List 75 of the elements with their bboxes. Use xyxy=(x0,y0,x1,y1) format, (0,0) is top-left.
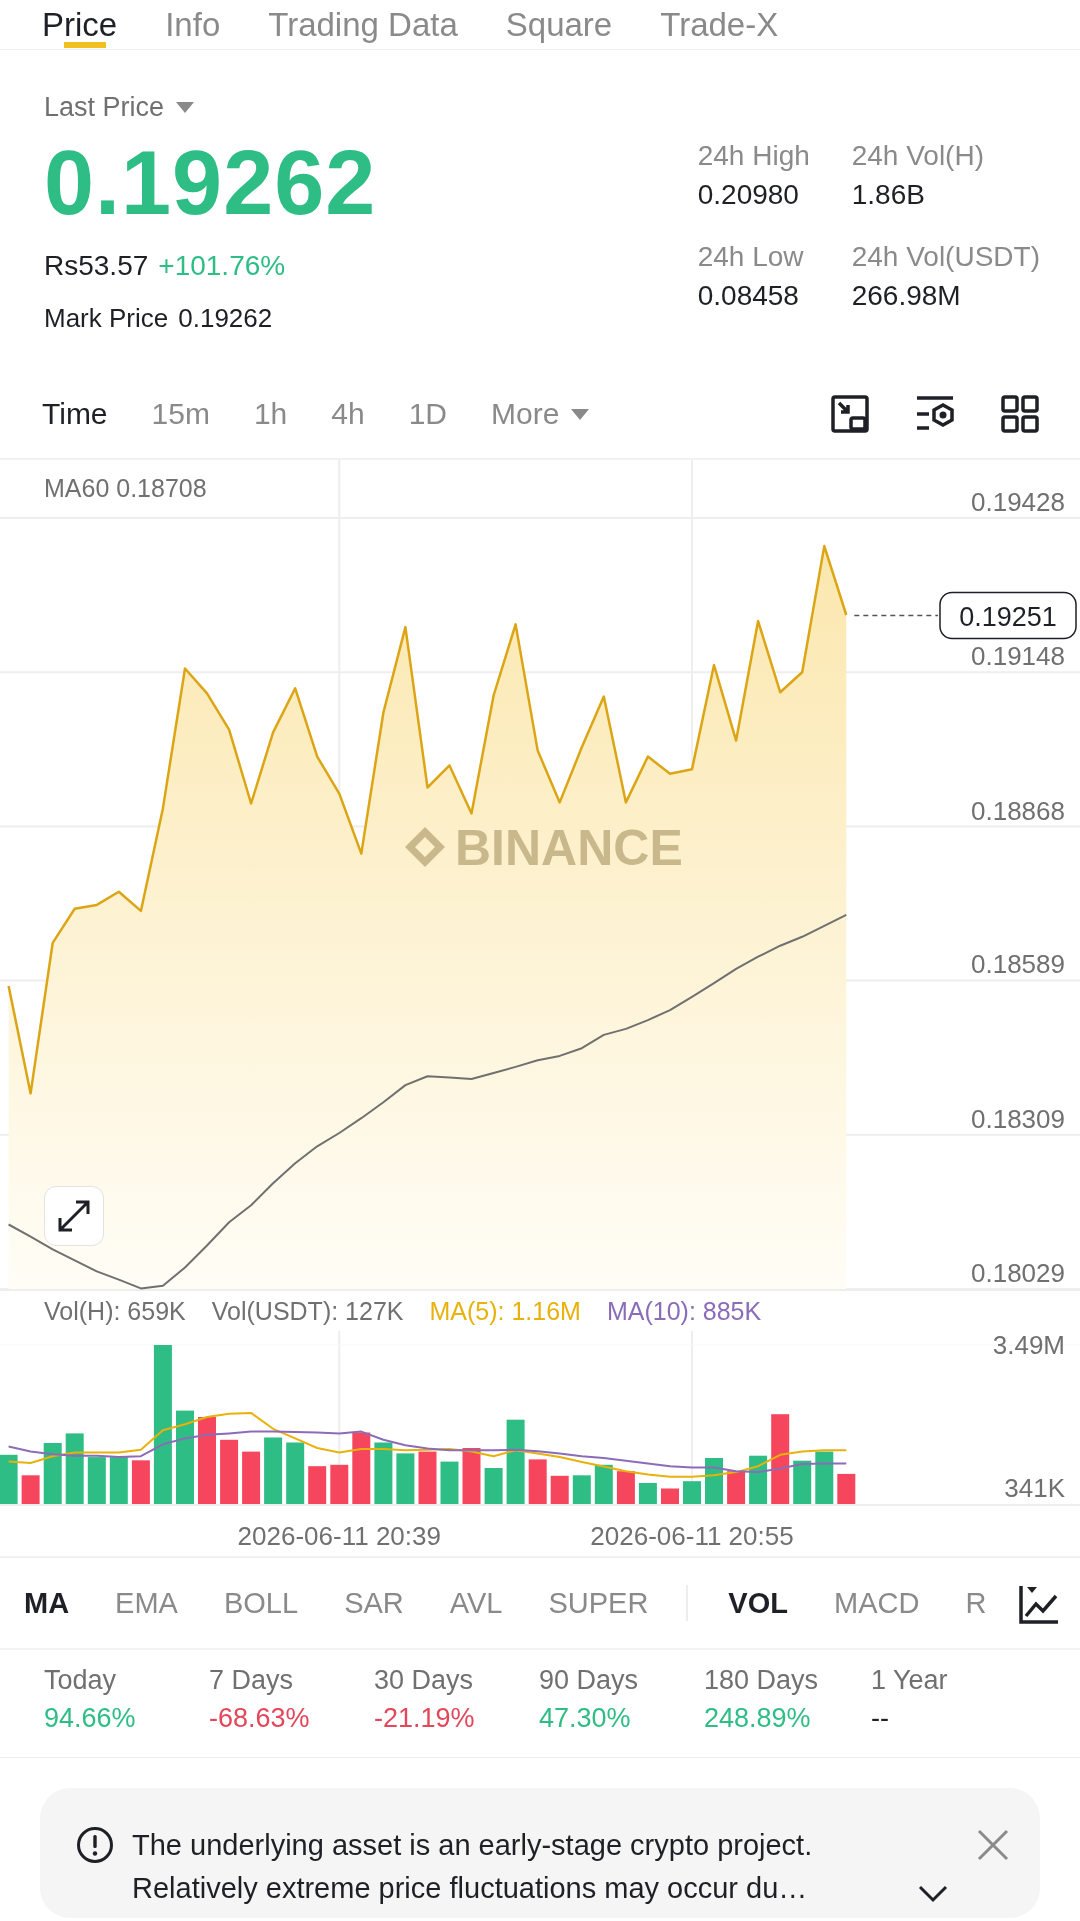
interval-tab[interactable]: 1h xyxy=(253,397,288,431)
indicator-tab[interactable]: MACD xyxy=(834,1586,920,1620)
period-label: 7 Days xyxy=(209,1664,295,1697)
caret-icon xyxy=(571,408,590,420)
axis-label: 3.49M xyxy=(992,1331,1065,1360)
current-price-tag: 0.19251 xyxy=(939,591,1077,640)
axis-label: 0.18029 xyxy=(971,1258,1065,1288)
price-change: +101.76% xyxy=(158,249,286,283)
more-dropdown[interactable]: More xyxy=(491,397,590,431)
tab[interactable]: Trade-X xyxy=(660,0,779,49)
chart-legend: MA60 0.18708 xyxy=(44,474,207,502)
indicator-tab[interactable]: BOLL xyxy=(223,1586,299,1620)
picture-in-picture-icon[interactable] xyxy=(830,394,870,434)
info-icon xyxy=(76,1826,114,1864)
tab[interactable]: Square xyxy=(505,0,613,49)
axis-label: 0.19148 xyxy=(971,641,1065,672)
expand-notice-button[interactable] xyxy=(918,1884,948,1904)
indicator-tab[interactable]: SAR xyxy=(344,1586,404,1620)
axis-label: 0.18868 xyxy=(971,795,1065,826)
last-price: 0.19262 xyxy=(44,133,377,233)
legend-item: Vol(USDT): 127K xyxy=(211,1296,404,1326)
stat-value: 0.20980 xyxy=(697,178,800,212)
period-change: -- xyxy=(871,1702,890,1735)
indicator-tab[interactable]: EMA xyxy=(115,1586,178,1620)
fiat-price: Rs53.57 xyxy=(44,249,149,283)
stat-value: 266.98M xyxy=(851,279,962,313)
indicator-tab[interactable]: MA xyxy=(24,1586,70,1620)
legend-item: MA(10): 885K xyxy=(606,1296,762,1326)
period-label: 90 Days xyxy=(539,1664,640,1697)
legend-item: MA(5): 1.16M xyxy=(429,1296,581,1326)
interval-tab[interactable]: 4h xyxy=(331,397,365,431)
chevron-down-icon xyxy=(918,1884,948,1904)
period-change: 94.66% xyxy=(44,1702,137,1735)
period-label: 30 Days xyxy=(374,1664,475,1697)
axis-label: 2026-06-11 20:39 xyxy=(237,1521,441,1551)
line-chart-icon xyxy=(1018,1584,1060,1624)
interval-tab[interactable]: 1D xyxy=(408,397,448,431)
legend-item: Vol(H): 659K xyxy=(44,1296,186,1326)
watermark: BINANCE xyxy=(405,820,683,876)
mark-price: 0.19262 xyxy=(178,302,273,335)
period-label: 180 Days xyxy=(704,1664,820,1697)
interval-tab[interactable]: 15m xyxy=(151,397,210,431)
period-label: Today xyxy=(44,1664,118,1697)
period-label: 1 Year xyxy=(871,1664,949,1697)
period-change: 248.89% xyxy=(704,1702,812,1735)
stat-label: 24h Vol(H) xyxy=(851,139,985,173)
stat-label: 24h Vol(USDT) xyxy=(851,240,1040,274)
fullscreen-button[interactable] xyxy=(44,1186,104,1246)
price-type-dropdown[interactable]: Last Price xyxy=(44,90,195,124)
axis-label: 0.18309 xyxy=(971,1103,1065,1134)
expand-icon xyxy=(56,1198,92,1234)
axis-label: 2026-06-11 20:55 xyxy=(590,1521,794,1551)
indicator-tab[interactable]: SUPER xyxy=(548,1586,649,1620)
notice-text: The underlying asset is an early-stage crypto project. Relatively extreme price fluctuations may occur du… xyxy=(132,1828,813,1906)
axis-label: 0.19428 xyxy=(971,487,1065,517)
indicator-tab[interactable]: AVL xyxy=(449,1586,503,1620)
tab[interactable]: Info xyxy=(165,0,221,49)
stat-value: 0.08458 xyxy=(697,279,800,313)
stat-label: 24h High xyxy=(697,139,811,173)
interval-tab[interactable]: Time xyxy=(42,397,108,431)
tab[interactable]: Price xyxy=(42,0,118,49)
mark-price-label: Mark Price xyxy=(44,302,169,335)
stat-label: 24h Low xyxy=(697,240,805,274)
period-change: -68.63% xyxy=(209,1702,311,1735)
axis-label: 341K xyxy=(1004,1473,1065,1504)
tab[interactable]: Trading Data xyxy=(268,0,458,49)
caret-icon xyxy=(176,101,195,113)
indicator-tab[interactable]: VOL xyxy=(728,1586,788,1620)
stat-value: 1.86B xyxy=(851,178,926,212)
period-change: 47.30% xyxy=(539,1702,632,1735)
grid-icon[interactable] xyxy=(1000,394,1040,434)
axis-label: 0.18589 xyxy=(971,949,1065,980)
period-change: -21.19% xyxy=(374,1702,476,1735)
indicator-tab[interactable]: R xyxy=(965,1586,987,1620)
close-button[interactable] xyxy=(976,1828,1010,1862)
